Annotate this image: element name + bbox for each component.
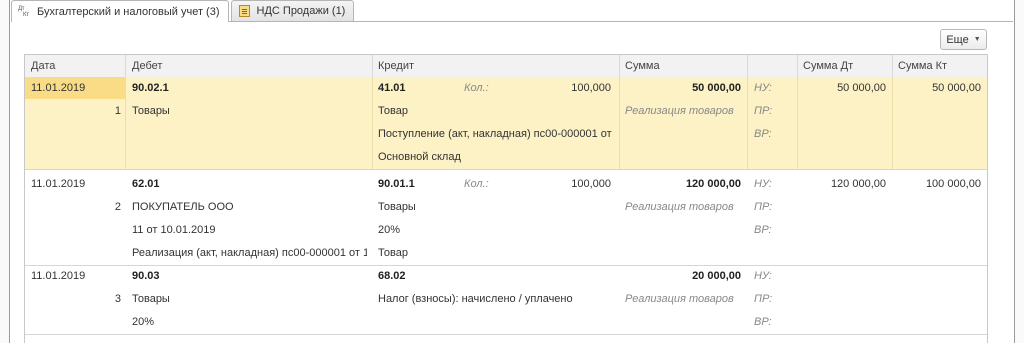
debit-account: 90.03 <box>132 270 160 282</box>
credit-subconto: Товар <box>378 105 408 117</box>
debit-account: 90.02.1 <box>132 82 169 94</box>
tab-strip: Дт Кт Бухгалтерский и налоговый учет (3) … <box>11 0 356 22</box>
vr-label: ВР: <box>754 224 772 236</box>
tab-accounting[interactable]: Дт Кт Бухгалтерский и налоговый учет (3) <box>11 0 229 22</box>
entry-date: 11.01.2019 <box>31 82 86 94</box>
entry-number: 2 <box>114 201 121 213</box>
entry-date: 11.01.2019 <box>31 178 86 190</box>
credit-subconto: Поступление (акт, накладная) пс00-000001… <box>378 128 613 140</box>
col-sum-dt[interactable]: Сумма Дт <box>803 55 893 77</box>
table-row[interactable]: 3 Товары Налог (взносы): начислено / упл… <box>25 288 987 311</box>
credit-subconto: Основной склад <box>378 151 461 163</box>
qty-value: 100,000 <box>571 178 611 190</box>
entry-content: Реализация товаров <box>625 201 734 213</box>
qty-label: Кол.: <box>464 82 489 94</box>
pr-label: ПР: <box>754 293 773 305</box>
debit-account: 62.01 <box>132 178 160 190</box>
table-row[interactable]: 11.01.2019 62.01 90.01.1 Кол.: 100,000 1… <box>25 173 987 196</box>
sum-value: 20 000,00 <box>692 270 741 282</box>
tab-vat-sales[interactable]: НДС Продажи (1) <box>230 0 355 21</box>
credit-subconto: Налог (взносы): начислено / уплачено <box>378 293 573 305</box>
nu-label: НУ: <box>754 270 772 282</box>
table-row[interactable]: Реализация (акт, накладная) пс00-000001 … <box>25 242 987 265</box>
vr-label: ВР: <box>754 128 772 140</box>
table-row[interactable]: 11 от 10.01.2019 20% ВР: <box>25 219 987 242</box>
table-row[interactable]: 1 Товары Товар Реализация товаров ПР: <box>25 100 987 123</box>
debit-subconto: Товары <box>132 293 170 305</box>
sum-kt-value: 100 000,00 <box>925 178 981 190</box>
left-border <box>0 0 10 343</box>
col-credit[interactable]: Кредит <box>378 55 608 77</box>
dt-kt-icon: Дт Кт <box>18 5 29 18</box>
table-row[interactable]: 11.01.2019 90.03 68.02 20 000,00 НУ: <box>25 265 987 288</box>
col-date[interactable]: Дата <box>31 55 121 77</box>
debit-subconto: Реализация (акт, накладная) пс00-000001 … <box>132 247 367 259</box>
table-row[interactable]: 2 ПОКУПАТЕЛЬ ООО Товары Реализация товар… <box>25 196 987 219</box>
debit-subconto <box>132 146 367 168</box>
sum-value: 50 000,00 <box>692 82 741 94</box>
col-sum[interactable]: Сумма <box>625 55 725 77</box>
vr-label: ВР: <box>754 316 772 328</box>
window: Дт Кт Бухгалтерский и налоговый учет (3) … <box>0 0 1024 343</box>
more-button[interactable]: Еще ▼ <box>940 29 987 50</box>
nds-document-icon <box>238 4 252 18</box>
sum-dt-value: 50 000,00 <box>837 82 886 94</box>
table-header: Дата Дебет Кредит Сумма Сумма Дт Сумма К… <box>25 55 987 78</box>
debit-subconto: 20% <box>132 316 155 328</box>
debit-subconto <box>132 123 367 145</box>
entry-number: 1 <box>114 105 121 117</box>
credit-account: 90.01.1 <box>378 178 415 190</box>
entry-number: 3 <box>114 293 121 305</box>
sum-dt-value: 120 000,00 <box>830 178 886 190</box>
sum-value: 120 000,00 <box>685 178 741 190</box>
qty-value: 100,000 <box>571 82 611 94</box>
col-sum-kt[interactable]: Сумма Кт <box>898 55 983 77</box>
entry-content: Реализация товаров <box>625 293 734 305</box>
tab-label: НДС Продажи (1) <box>256 5 346 17</box>
credit-subconto: Товары <box>378 201 416 213</box>
chevron-down-icon: ▼ <box>973 36 981 43</box>
entries-table: Дата Дебет Кредит Сумма Сумма Дт Сумма К… <box>24 54 988 343</box>
qty-label: Кол.: <box>464 178 489 190</box>
more-label: Еще <box>946 33 969 46</box>
pr-label: ПР: <box>754 105 773 117</box>
table-row[interactable]: 11.01.2019 90.02.1 41.01 Кол.: 100,000 5… <box>25 77 987 100</box>
right-border <box>1014 0 1024 343</box>
pr-label: ПР: <box>754 201 773 213</box>
debit-subconto: ПОКУПАТЕЛЬ ООО <box>132 201 234 213</box>
debit-subconto: 11 от 10.01.2019 <box>132 224 216 236</box>
tab-label: Бухгалтерский и налоговый учет (3) <box>37 5 220 18</box>
credit-subconto: Товар <box>378 247 408 259</box>
col-debit[interactable]: Дебет <box>132 55 362 77</box>
table-row[interactable]: Основной склад <box>25 146 987 169</box>
credit-subconto: 20% <box>378 224 401 236</box>
nu-label: НУ: <box>754 178 772 190</box>
sum-kt-value: 50 000,00 <box>932 82 981 94</box>
table-row[interactable]: 20% ВР: <box>25 311 987 334</box>
nu-label: НУ: <box>754 82 772 94</box>
entry-date: 11.01.2019 <box>31 270 86 282</box>
table-row[interactable]: Поступление (акт, накладная) пс00-000001… <box>25 123 987 146</box>
credit-account: 41.01 <box>378 82 406 94</box>
credit-account: 68.02 <box>378 270 406 282</box>
entry-content: Реализация товаров <box>625 105 734 117</box>
debit-subconto: Товары <box>132 105 170 117</box>
